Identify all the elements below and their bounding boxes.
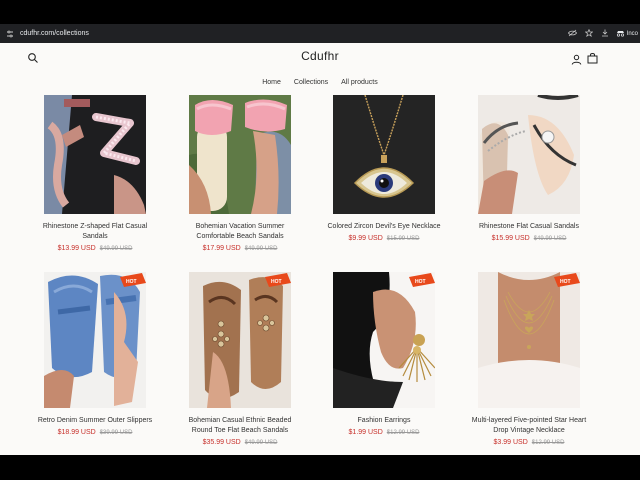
- product-image[interactable]: HOT: [189, 272, 291, 408]
- incognito-icon: [616, 31, 624, 37]
- hot-badge-label: HOT: [415, 279, 426, 285]
- product-image[interactable]: [44, 95, 146, 214]
- incognito-label: Inco: [626, 30, 638, 37]
- sale-price: $17.99 USD: [202, 245, 241, 252]
- site-header: Cdufhr: [0, 43, 640, 76]
- product-title[interactable]: Rhinestone Flat Casual Sandals: [461, 222, 597, 232]
- product-card[interactable]: HOT Retro Denim Summer Outer Slippers $1…: [27, 272, 163, 436]
- store-page: Cdufhr Home Collections All products Rhi…: [0, 43, 640, 455]
- nav-collections[interactable]: Collections: [294, 79, 328, 86]
- product-title[interactable]: Colored Zircon Devil's Eye Necklace: [316, 222, 452, 232]
- product-image[interactable]: HOT: [333, 272, 435, 408]
- hot-badge-label: HOT: [560, 279, 571, 285]
- product-card[interactable]: HOT Multi-layered Five-pointed Star Hear…: [461, 272, 597, 446]
- store-logo[interactable]: Cdufhr: [0, 49, 640, 63]
- browser-tab-strip: [0, 0, 640, 24]
- compare-price: $39.99 USD: [99, 430, 133, 436]
- product-price-row: $35.99 USD $49.99 USD: [172, 439, 308, 446]
- address-bar[interactable]: cdufhr.com/collections Inco: [0, 24, 640, 43]
- product-card[interactable]: HOT Fashion Earrings $1.99 USD $12.99 USD: [316, 272, 452, 436]
- product-title[interactable]: Bohemian Casual Ethnic Beaded Round Toe …: [172, 416, 308, 436]
- sale-price: $3.99 USD: [493, 439, 528, 446]
- product-card[interactable]: Bohemian Vacation Summer Comfortable Bea…: [172, 95, 308, 252]
- compare-price: $49.99 USD: [533, 236, 567, 242]
- nav-home[interactable]: Home: [262, 79, 281, 86]
- cart-icon[interactable]: [587, 51, 598, 64]
- product-title[interactable]: Rhinestone Z-shaped Flat Casual Sandals: [27, 222, 163, 242]
- browser-window: cdufhr.com/collections Inco Cdufhr Home …: [0, 0, 640, 480]
- download-icon[interactable]: [600, 29, 610, 39]
- product-title[interactable]: Multi-layered Five-pointed Star Heart Dr…: [461, 416, 597, 436]
- product-image[interactable]: HOT: [478, 272, 580, 408]
- star-bookmark-icon[interactable]: [584, 28, 594, 39]
- product-image[interactable]: HOT: [44, 272, 146, 408]
- site-settings-icon[interactable]: [6, 30, 14, 38]
- compare-price: $12.99 USD: [386, 430, 420, 436]
- product-card[interactable]: HOT Bohemian Casual Ethnic Beaded Round …: [172, 272, 308, 446]
- compare-price: $12.99 USD: [531, 440, 565, 446]
- product-card[interactable]: Rhinestone Z-shaped Flat Casual Sandals …: [27, 95, 163, 252]
- sale-price: $13.99 USD: [57, 245, 96, 252]
- product-price-row: $1.99 USD $12.99 USD: [316, 429, 452, 436]
- product-price-row: $9.99 USD $15.99 USD: [316, 235, 452, 242]
- incognito-indicator[interactable]: Inco: [616, 30, 638, 37]
- product-title[interactable]: Retro Denim Summer Outer Slippers: [27, 416, 163, 426]
- hot-badge-label: HOT: [271, 279, 282, 285]
- url-text[interactable]: cdufhr.com/collections: [20, 30, 89, 37]
- product-title[interactable]: Bohemian Vacation Summer Comfortable Bea…: [172, 222, 308, 242]
- product-image[interactable]: [189, 95, 291, 214]
- eye-off-icon[interactable]: [568, 29, 578, 39]
- sale-price: $1.99 USD: [348, 429, 383, 436]
- screen-letterbox-bottom: [0, 455, 640, 480]
- product-image[interactable]: [333, 95, 435, 214]
- product-title[interactable]: Fashion Earrings: [316, 416, 452, 426]
- sale-price: $35.99 USD: [202, 439, 241, 446]
- product-price-row: $3.99 USD $12.99 USD: [461, 439, 597, 446]
- product-price-row: $15.99 USD $49.99 USD: [461, 235, 597, 242]
- product-image[interactable]: [478, 95, 580, 214]
- account-icon[interactable]: [571, 52, 582, 65]
- compare-price: $49.99 USD: [244, 440, 278, 446]
- compare-price: $49.99 USD: [99, 246, 133, 252]
- product-price-row: $18.99 USD $39.99 USD: [27, 429, 163, 436]
- product-card[interactable]: Rhinestone Flat Casual Sandals $15.99 US…: [461, 95, 597, 242]
- product-price-row: $17.99 USD $49.99 USD: [172, 245, 308, 252]
- compare-price: $49.99 USD: [244, 246, 278, 252]
- compare-price: $15.99 USD: [386, 236, 420, 242]
- nav-all-products[interactable]: All products: [341, 79, 378, 86]
- main-navigation: Home Collections All products: [0, 79, 640, 86]
- sale-price: $15.99 USD: [491, 235, 530, 242]
- sale-price: $18.99 USD: [57, 429, 96, 436]
- product-card[interactable]: Colored Zircon Devil's Eye Necklace $9.9…: [316, 95, 452, 242]
- product-price-row: $13.99 USD $49.99 USD: [27, 245, 163, 252]
- hot-badge-label: HOT: [126, 279, 137, 285]
- sale-price: $9.99 USD: [348, 235, 383, 242]
